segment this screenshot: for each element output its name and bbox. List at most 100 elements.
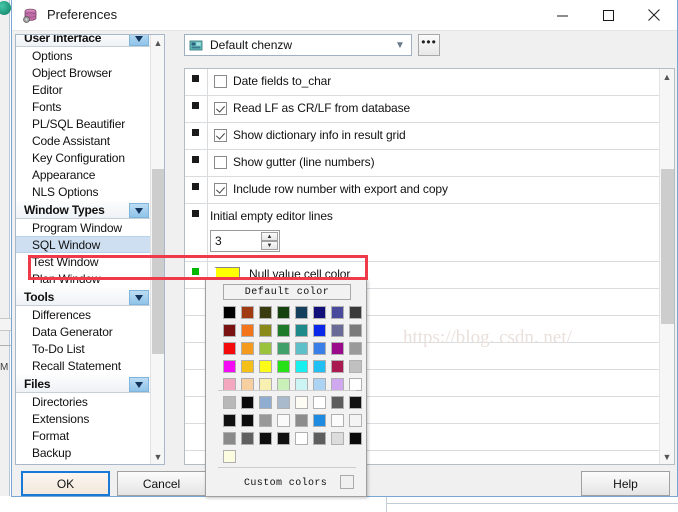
- color-swatch[interactable]: [295, 396, 308, 409]
- options-scroll-down-icon[interactable]: ▼: [660, 449, 674, 464]
- color-swatch[interactable]: [241, 306, 254, 319]
- chevron-down-icon[interactable]: ▼: [391, 37, 409, 54]
- sidebar-item-data-generator[interactable]: Data Generator: [16, 323, 151, 340]
- color-swatch[interactable]: [223, 414, 236, 427]
- color-swatch[interactable]: [349, 414, 362, 427]
- color-swatch[interactable]: [313, 360, 326, 373]
- color-swatch[interactable]: [349, 324, 362, 337]
- maximize-button[interactable]: [585, 0, 631, 30]
- options-scroll-thumb[interactable]: [661, 169, 674, 324]
- color-swatch[interactable]: [349, 396, 362, 409]
- sidebar-item-backup[interactable]: Backup: [16, 444, 151, 461]
- close-button[interactable]: [631, 0, 677, 30]
- cancel-button[interactable]: Cancel: [117, 471, 206, 496]
- color-swatch[interactable]: [331, 414, 344, 427]
- nav-group-tools[interactable]: Tools: [16, 287, 151, 306]
- checkbox-show-gutter-line-numbers-[interactable]: [214, 156, 227, 169]
- chevron-down-icon[interactable]: [129, 377, 149, 392]
- custom-colors-row[interactable]: Custom colors: [206, 470, 366, 496]
- color-swatch[interactable]: [331, 360, 344, 373]
- custom-color-swatch[interactable]: [340, 475, 354, 489]
- color-swatch[interactable]: [259, 432, 272, 445]
- color-swatch[interactable]: [349, 306, 362, 319]
- nav-scroll-thumb[interactable]: [152, 169, 164, 354]
- color-swatch[interactable]: [259, 360, 272, 373]
- color-swatch[interactable]: [313, 324, 326, 337]
- options-scrollbar[interactable]: ▲ ▼: [659, 69, 674, 464]
- color-swatch[interactable]: [223, 324, 236, 337]
- color-swatch[interactable]: [223, 360, 236, 373]
- sidebar-item-format[interactable]: Format: [16, 427, 151, 444]
- color-swatch[interactable]: [331, 396, 344, 409]
- color-swatch[interactable]: [331, 306, 344, 319]
- sidebar-item-code-assistant[interactable]: Code Assistant: [16, 132, 151, 149]
- color-swatch[interactable]: [223, 432, 236, 445]
- sidebar-item-pl-sql-beautifier[interactable]: PL/SQL Beautifier: [16, 115, 151, 132]
- profile-combobox[interactable]: Default chenzw ▼: [184, 34, 412, 56]
- color-swatch[interactable]: [241, 414, 254, 427]
- chevron-down-icon[interactable]: [129, 203, 149, 218]
- color-swatch[interactable]: [313, 306, 326, 319]
- color-swatch[interactable]: [349, 432, 362, 445]
- color-swatch[interactable]: [259, 342, 272, 355]
- sidebar-item-recall-statement[interactable]: Recall Statement: [16, 357, 151, 374]
- sidebar-item-directories[interactable]: Directories: [16, 393, 151, 410]
- color-swatch[interactable]: [277, 432, 290, 445]
- color-swatch[interactable]: [259, 306, 272, 319]
- scroll-up-icon[interactable]: ▲: [151, 35, 165, 50]
- sidebar-item-fonts[interactable]: Fonts: [16, 98, 151, 115]
- color-swatch[interactable]: [277, 342, 290, 355]
- color-swatch[interactable]: [277, 414, 290, 427]
- sidebar-item-appearance[interactable]: Appearance: [16, 166, 151, 183]
- minimize-button[interactable]: [539, 0, 585, 30]
- nav-group-files[interactable]: Files: [16, 374, 151, 393]
- color-swatch[interactable]: [277, 324, 290, 337]
- ok-button[interactable]: OK: [21, 471, 110, 496]
- color-swatch[interactable]: [295, 432, 308, 445]
- checkbox-read-lf-as-cr-lf-from-database[interactable]: [214, 102, 227, 115]
- nav-group-window-types[interactable]: Window Types: [16, 200, 151, 219]
- color-swatch[interactable]: [223, 450, 236, 463]
- sidebar-item-extensions[interactable]: Extensions: [16, 410, 151, 427]
- sidebar-item-nls-options[interactable]: NLS Options: [16, 183, 151, 200]
- color-swatch[interactable]: [259, 414, 272, 427]
- color-swatch[interactable]: [331, 342, 344, 355]
- profile-more-button[interactable]: •••: [418, 34, 440, 56]
- help-button[interactable]: Help: [581, 471, 670, 496]
- sidebar-item-differences[interactable]: Differences: [16, 306, 151, 323]
- sidebar-item-editor[interactable]: Editor: [16, 81, 151, 98]
- sidebar-item-program-window[interactable]: Program Window: [16, 219, 151, 236]
- color-swatch-grid-standard[interactable]: [222, 305, 364, 393]
- color-swatch[interactable]: [241, 360, 254, 373]
- color-swatch-grid-recent[interactable]: [222, 395, 364, 465]
- color-swatch[interactable]: [295, 342, 308, 355]
- sidebar-item-key-configuration[interactable]: Key Configuration: [16, 149, 151, 166]
- chevron-down-icon[interactable]: [129, 290, 149, 305]
- color-swatch[interactable]: [349, 360, 362, 373]
- color-swatch[interactable]: [223, 396, 236, 409]
- color-swatch[interactable]: [277, 306, 290, 319]
- sidebar-item-to-do-list[interactable]: To-Do List: [16, 340, 151, 357]
- stepper-buttons[interactable]: ▲▼: [261, 232, 278, 250]
- chevron-down-icon[interactable]: [129, 34, 149, 46]
- stepper-down-icon[interactable]: ▼: [261, 241, 278, 250]
- preferences-nav-tree[interactable]: User InterfaceOptionsObject BrowserEdito…: [15, 34, 165, 465]
- color-swatch[interactable]: [295, 306, 308, 319]
- color-swatch[interactable]: [277, 396, 290, 409]
- checkbox-date-fields-to-char[interactable]: [214, 75, 227, 88]
- color-swatch[interactable]: [241, 324, 254, 337]
- sidebar-item-options[interactable]: Options: [16, 47, 151, 64]
- color-swatch[interactable]: [331, 324, 344, 337]
- sidebar-item-object-browser[interactable]: Object Browser: [16, 64, 151, 81]
- color-swatch[interactable]: [223, 306, 236, 319]
- nav-tree-scrollbar[interactable]: ▲ ▼: [150, 35, 164, 464]
- color-picker-popup[interactable]: Default color Custom colors: [205, 279, 367, 497]
- color-swatch[interactable]: [241, 396, 254, 409]
- color-swatch[interactable]: [313, 342, 326, 355]
- color-swatch[interactable]: [223, 342, 236, 355]
- color-swatch[interactable]: [331, 432, 344, 445]
- color-swatch[interactable]: [259, 324, 272, 337]
- options-scroll-up-icon[interactable]: ▲: [660, 69, 674, 84]
- initial-empty-editor-lines-stepper[interactable]: 3▲▼: [210, 230, 280, 252]
- color-swatch[interactable]: [313, 414, 326, 427]
